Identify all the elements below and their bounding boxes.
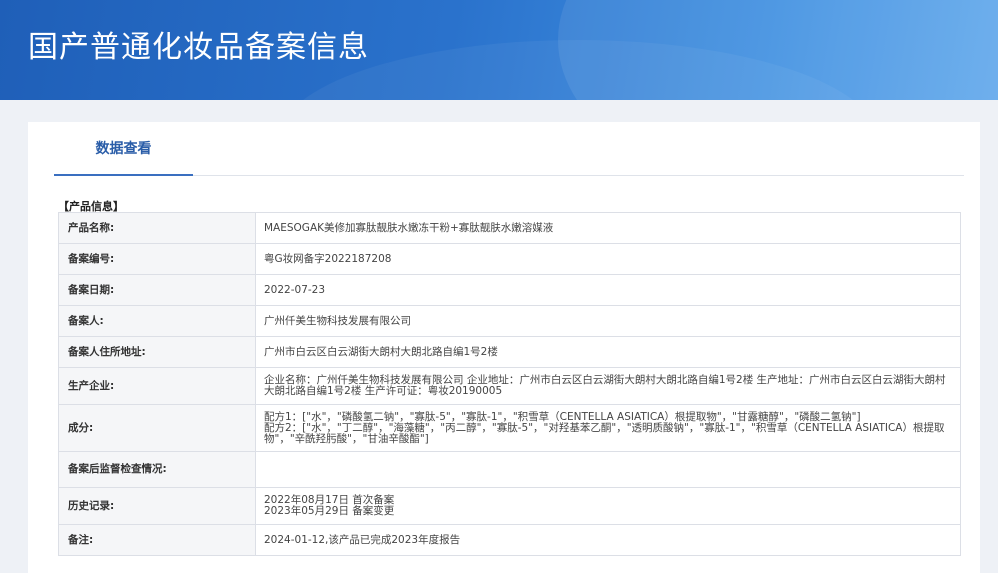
row-value: 广州市白云区白云湖街大朗村大朗北路自编1号2楼 [255, 336, 961, 368]
row-key: 历史记录: [58, 487, 256, 525]
row-key: 备案后监督检查情况: [58, 451, 256, 488]
tab-bar: 数据查看 [54, 122, 964, 176]
row-key: 成分: [58, 404, 256, 452]
tab-data-view[interactable]: 数据查看 [54, 122, 193, 176]
row-value: 广州仟美生物科技发展有限公司 [255, 305, 961, 337]
row-key: 备案编号: [58, 243, 256, 275]
row-value [255, 451, 961, 488]
row-value: 企业名称：广州仟美生物科技发展有限公司 企业地址：广州市白云区白云湖街大朗村大朗… [255, 367, 961, 405]
table-row-manufacturer: 生产企业: 企业名称：广州仟美生物科技发展有限公司 企业地址：广州市白云区白云湖… [58, 367, 961, 405]
row-key: 产品名称: [58, 212, 256, 244]
row-key: 备案人住所地址: [58, 336, 256, 368]
row-value: 粤G妆网备字2022187208 [255, 243, 961, 275]
row-key: 备注: [58, 524, 256, 556]
row-value: 2024-01-12,该产品已完成2023年度报告 [255, 524, 961, 556]
row-value: 配方1：["水"，"磷酸氢二钠"，"寡肽-5"，"寡肽-1"，"积雪草（CENT… [255, 404, 961, 452]
row-value: MAESOGAK美修加寡肽靓肤水嫩冻干粉+寡肽靓肤水嫩溶媒液 [255, 212, 961, 244]
row-key: 生产企业: [58, 367, 256, 405]
table-row-remarks: 备注: 2024-01-12,该产品已完成2023年度报告 [58, 524, 961, 556]
row-value: 2022年08月17日 首次备案 2023年05月29日 备案变更 [255, 487, 961, 525]
header-banner: 国产普通化妆品备案信息 [0, 0, 998, 100]
table-row-filing-date: 备案日期: 2022-07-23 [58, 274, 961, 306]
row-key: 备案日期: [58, 274, 256, 306]
page-title: 国产普通化妆品备案信息 [28, 30, 369, 65]
table-row-history: 历史记录: 2022年08月17日 首次备案 2023年05月29日 备案变更 [58, 487, 961, 525]
content-card: 数据查看 【产品信息】 产品名称: MAESOGAK美修加寡肽靓肤水嫩冻干粉+寡… [28, 122, 980, 573]
table-row-filer: 备案人: 广州仟美生物科技发展有限公司 [58, 305, 961, 337]
table-row-filer-address: 备案人住所地址: 广州市白云区白云湖街大朗村大朗北路自编1号2楼 [58, 336, 961, 368]
table-row-filing-number: 备案编号: 粤G妆网备字2022187208 [58, 243, 961, 275]
product-info-table: 产品名称: MAESOGAK美修加寡肽靓肤水嫩冻干粉+寡肽靓肤水嫩溶媒液 备案编… [58, 212, 961, 556]
table-row-ingredients: 成分: 配方1：["水"，"磷酸氢二钠"，"寡肽-5"，"寡肽-1"，"积雪草（… [58, 404, 961, 452]
table-row-product-name: 产品名称: MAESOGAK美修加寡肽靓肤水嫩冻干粉+寡肽靓肤水嫩溶媒液 [58, 212, 961, 244]
row-key: 备案人: [58, 305, 256, 337]
table-row-supervision: 备案后监督检查情况: [58, 451, 961, 488]
row-value: 2022-07-23 [255, 274, 961, 306]
